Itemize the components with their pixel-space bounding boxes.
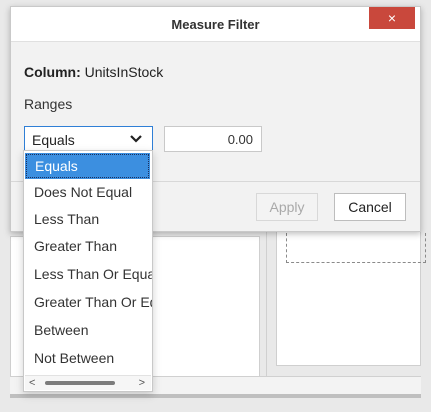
option-less-than-or-equal[interactable]: Less Than Or Equal T xyxy=(24,261,152,287)
column-info: Column: UnitsInStock xyxy=(24,64,163,80)
operator-select[interactable]: Equals xyxy=(24,126,153,152)
column-name: UnitsInStock xyxy=(84,64,164,80)
horizontal-scrollbar[interactable]: < > xyxy=(25,375,151,390)
dialog-title: Measure Filter xyxy=(171,17,260,32)
option-greater-than[interactable]: Greater Than xyxy=(24,233,152,259)
drop-target-placeholder xyxy=(286,233,426,263)
filter-value-input[interactable]: 0.00 xyxy=(164,126,262,152)
chevron-down-icon xyxy=(130,135,142,143)
ranges-label: Ranges xyxy=(24,96,73,112)
option-equals[interactable]: Equals xyxy=(25,153,150,179)
option-between[interactable]: Between xyxy=(24,317,152,343)
operator-dropdown-list: Equals Does Not Equal Less Than Greater … xyxy=(23,150,153,392)
operator-select-value: Equals xyxy=(32,132,75,148)
option-not-between[interactable]: Not Between xyxy=(24,345,152,371)
scroll-left-icon[interactable]: < xyxy=(29,376,35,390)
background-shadow xyxy=(10,394,421,398)
option-less-than[interactable]: Less Than xyxy=(24,206,152,232)
option-greater-than-or-equal[interactable]: Greater Than Or Equa xyxy=(24,289,152,315)
column-label: Column: xyxy=(24,64,81,80)
option-does-not-equal[interactable]: Does Not Equal xyxy=(24,179,152,205)
close-button[interactable]: × xyxy=(369,7,415,29)
scroll-right-icon[interactable]: > xyxy=(139,376,145,390)
close-icon: × xyxy=(387,10,397,26)
apply-button[interactable]: Apply xyxy=(256,193,318,221)
dialog-titlebar: Measure Filter × xyxy=(11,7,420,42)
cancel-button[interactable]: Cancel xyxy=(334,193,406,221)
scroll-thumb[interactable] xyxy=(45,381,115,385)
background-divider xyxy=(266,226,267,376)
